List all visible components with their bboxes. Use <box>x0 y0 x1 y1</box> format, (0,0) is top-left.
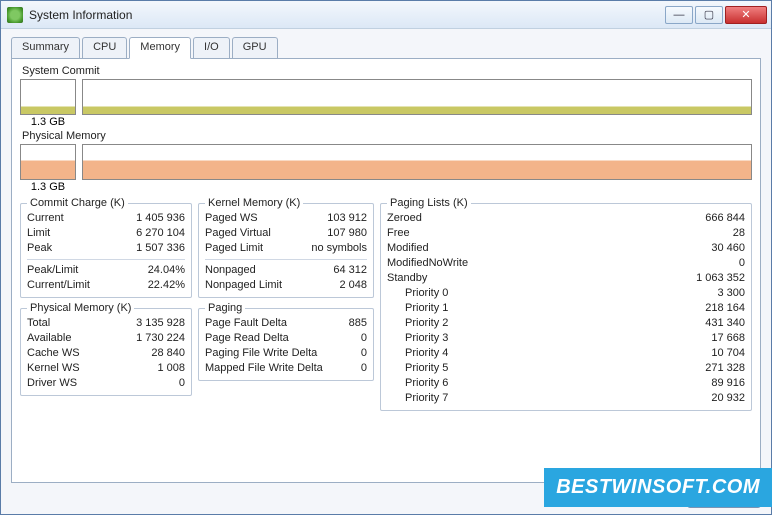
close-button[interactable]: ✕ <box>725 6 767 24</box>
paging-lists-legend: Paging Lists (K) <box>387 197 471 209</box>
kernel-memory-legend: Kernel Memory (K) <box>205 197 303 209</box>
dialog-buttons: OK <box>11 483 761 508</box>
tab-io[interactable]: I/O <box>193 37 230 59</box>
physical-memory-legend: Physical Memory (K) <box>27 302 134 314</box>
tab-summary[interactable]: Summary <box>11 37 80 59</box>
system-commit-label: System Commit <box>22 65 752 77</box>
physical-memory-group: Physical Memory (K) Total3 135 928 Avail… <box>20 302 192 396</box>
kernel-memory-group: Kernel Memory (K) Paged WS103 912 Paged … <box>198 197 374 298</box>
physical-memory-graph: Physical Memory 1.3 GB <box>20 130 752 193</box>
maximize-button[interactable]: ▢ <box>695 6 723 24</box>
system-info-window: System Information ― ▢ ✕ Summary CPU Mem… <box>0 0 772 515</box>
tab-cpu[interactable]: CPU <box>82 37 127 59</box>
stats-columns: Commit Charge (K) Current1 405 936 Limit… <box>20 197 752 411</box>
physical-history-graph <box>82 144 752 180</box>
commit-thumb-value: 1.3 GB <box>20 116 76 128</box>
physical-thumb-value: 1.3 GB <box>20 181 76 193</box>
paging-legend: Paging <box>205 302 245 314</box>
physical-thumb <box>20 144 76 180</box>
client-area: Summary CPU Memory I/O GPU System Commit… <box>1 29 771 514</box>
commit-thumb <box>20 79 76 115</box>
commit-history-graph <box>82 79 752 115</box>
commit-charge-legend: Commit Charge (K) <box>27 197 128 209</box>
window-title: System Information <box>29 8 665 22</box>
paging-lists-group: Paging Lists (K) Zeroed666 844 Free28 Mo… <box>380 197 752 411</box>
commit-charge-group: Commit Charge (K) Current1 405 936 Limit… <box>20 197 192 298</box>
paging-group: Paging Page Fault Delta885 Page Read Del… <box>198 302 374 381</box>
tab-gpu[interactable]: GPU <box>232 37 278 59</box>
app-icon <box>7 7 23 23</box>
system-commit-graph: System Commit 1.3 GB <box>20 65 752 128</box>
physical-memory-label: Physical Memory <box>22 130 752 142</box>
ok-button[interactable]: OK <box>687 487 761 508</box>
memory-panel: System Commit 1.3 GB Physical Memory 1.3… <box>11 58 761 483</box>
tab-strip: Summary CPU Memory I/O GPU <box>11 37 761 59</box>
titlebar[interactable]: System Information ― ▢ ✕ <box>1 1 771 29</box>
minimize-button[interactable]: ― <box>665 6 693 24</box>
window-buttons: ― ▢ ✕ <box>665 6 767 24</box>
tab-memory[interactable]: Memory <box>129 37 191 59</box>
